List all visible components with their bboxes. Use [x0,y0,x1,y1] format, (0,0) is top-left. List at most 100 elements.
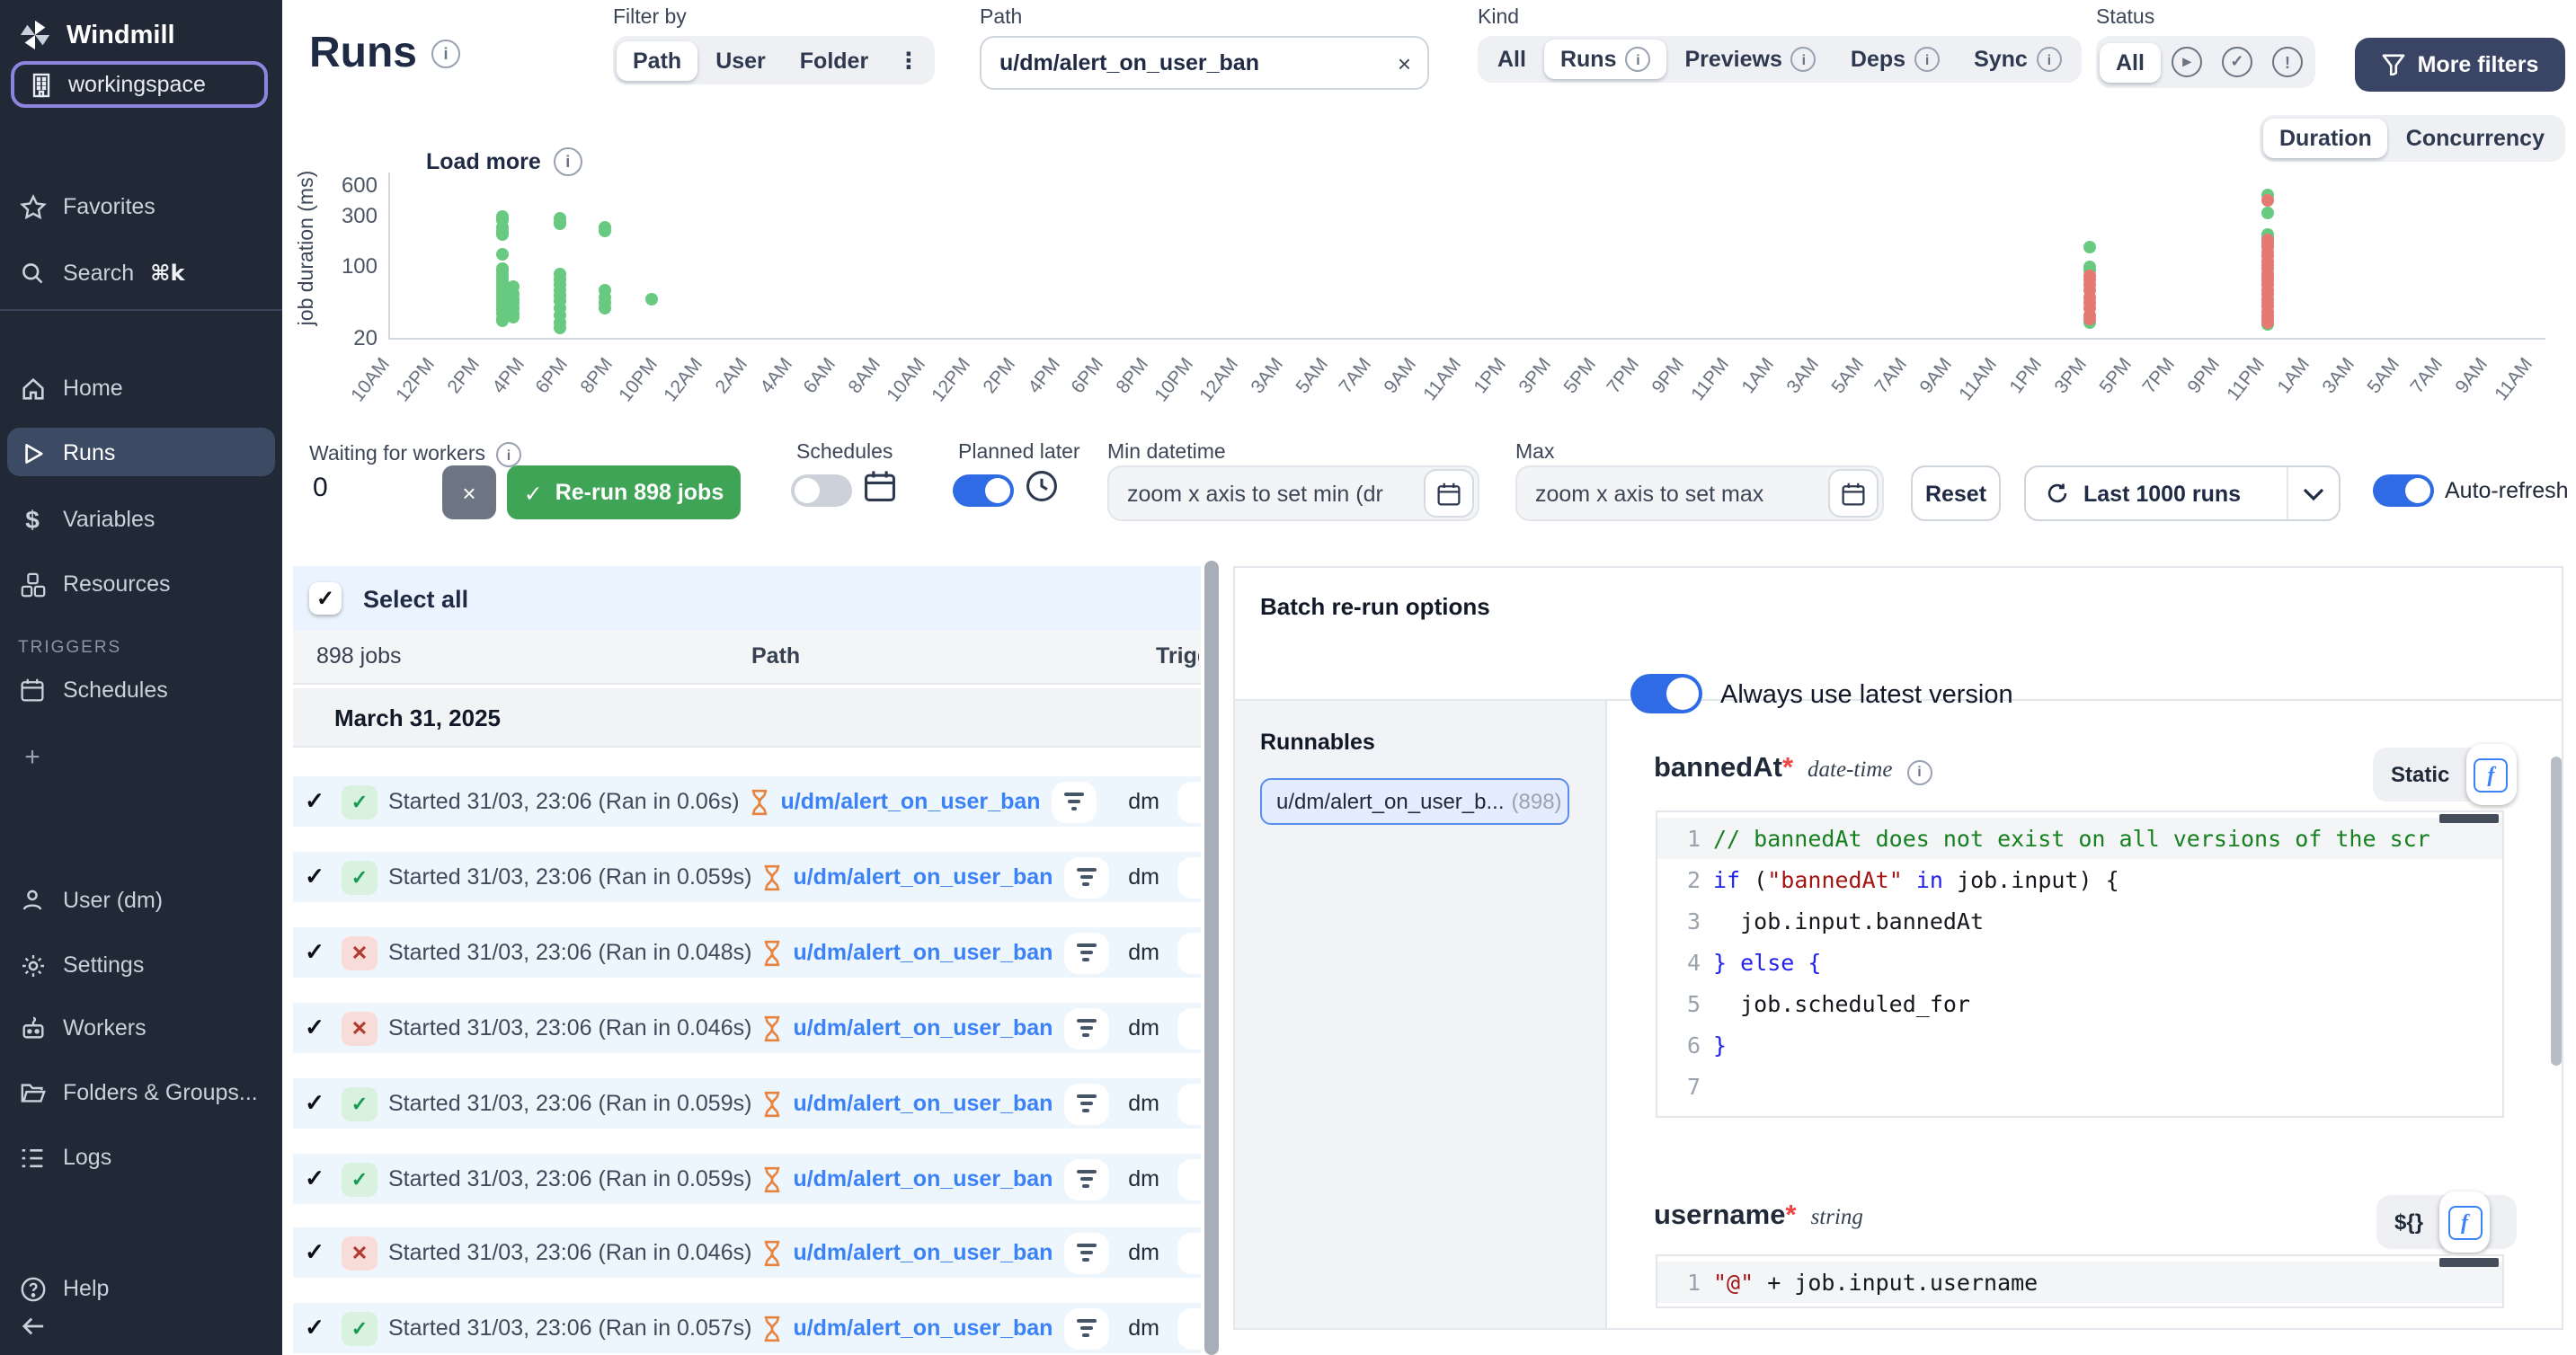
runs-count-select[interactable]: Last 1000 runs [2024,465,2341,521]
status-badge: ✓ [342,1311,378,1345]
field-header-bannedAt: bannedAt* date-time i [1654,753,1932,785]
run-row[interactable]: ✓ ✕ Started 31/03, 23:06 (Ran in 0.046s)… [293,1003,1201,1053]
trigger-cell: dm [1128,781,1201,822]
run-path-link[interactable]: u/dm/alert_on_user_ban [793,1015,1053,1041]
calendar-picker-icon[interactable] [1424,469,1474,518]
sidebar-collapse-button[interactable] [18,1310,271,1342]
run-path-link[interactable]: u/dm/alert_on_user_ban [781,789,1041,814]
hourglass-icon [762,1315,782,1342]
schedules-toggle[interactable] [791,474,852,507]
filter-lines-icon[interactable] [1063,856,1108,898]
run-dot-success[interactable] [599,226,611,238]
run-dot-success[interactable] [599,303,611,315]
status-badge: ✕ [342,1235,378,1270]
sidebar-item-label: Resources [63,571,171,597]
run-row[interactable]: ✓ ✓ Started 31/03, 23:06 (Ran in 0.059s)… [293,1154,1201,1204]
run-path-link[interactable]: u/dm/alert_on_user_ban [793,864,1053,890]
bannedAt-code-editor[interactable]: 1// bannedAt does not exist on all versi… [1656,810,2504,1118]
schedules-calendar-icon[interactable] [863,469,897,503]
sidebar-item-resources[interactable]: Resources [18,568,271,600]
row-checkbox[interactable]: ✓ [298,938,331,967]
rerun-jobs-button[interactable]: ✓ Re-run 898 jobs [507,465,741,519]
run-dot-success[interactable] [645,293,658,306]
sidebar-item-variables[interactable]: $ Variables [18,503,271,536]
run-path-link[interactable]: u/dm/alert_on_user_ban [793,1091,1053,1116]
run-started-text: Started 31/03, 23:06 (Ran in 0.057s) [388,1315,751,1341]
static-mode-button[interactable]: Static [2373,762,2467,787]
code-line: 6} [1657,1024,2502,1066]
waiting-workers-label: Waiting for workersi [309,442,521,467]
sidebar-item-user[interactable]: User (dm) [18,884,271,917]
run-dot-success[interactable] [2083,241,2096,253]
run-dot-failure[interactable] [2261,316,2274,329]
javascript-mode-button[interactable]: f [2465,744,2516,805]
select-all-checkbox[interactable]: ✓ [309,582,342,615]
run-dot-failure[interactable] [2261,194,2274,207]
min-datetime-label: Min datetime [1107,442,1226,464]
planned-later-toggle[interactable] [953,474,1014,507]
row-checkbox[interactable]: ✓ [298,1238,331,1267]
run-row[interactable]: ✓ ✓ Started 31/03, 23:06 (Ran in 0.06s) … [293,776,1201,827]
run-path-link[interactable]: u/dm/alert_on_user_ban [793,940,1053,965]
editor-hscrollbar[interactable] [2439,1258,2499,1267]
row-checkbox[interactable]: ✓ [298,787,331,816]
list-scrollbar[interactable] [1204,561,1219,1355]
filter-lines-icon[interactable] [1063,1007,1108,1049]
clear-selection-button[interactable]: × [442,465,496,519]
run-dot-success[interactable] [495,229,508,242]
sidebar-item-folders[interactable]: Folders & Groups... [18,1076,271,1109]
row-checkbox[interactable]: ✓ [298,1089,331,1118]
javascript-mode-button[interactable]: f [2439,1191,2490,1253]
run-row[interactable]: ✓ ✓ Started 31/03, 23:06 (Ran in 0.059s)… [293,852,1201,902]
filter-lines-icon[interactable] [1063,1307,1108,1349]
run-trigger: dm [1128,1240,1159,1265]
filter-lines-icon[interactable] [1063,1232,1108,1273]
runnables-label: Runnables [1260,730,1375,755]
chevron-down-icon[interactable] [2303,486,2324,500]
run-path-link[interactable]: u/dm/alert_on_user_ban [793,1240,1053,1265]
min-datetime-input[interactable]: zoom x axis to set min (dr [1107,465,1479,521]
run-row[interactable]: ✓ ✕ Started 31/03, 23:06 (Ran in 0.046s)… [293,1227,1201,1278]
run-row[interactable]: ✓ ✕ Started 31/03, 23:06 (Ran in 0.048s)… [293,927,1201,978]
panel-scrollbar[interactable] [2551,757,2562,1066]
max-datetime-placeholder: zoom x axis to set max [1517,481,1828,506]
sidebar-item-help[interactable]: Help [18,1272,271,1305]
row-checkbox[interactable]: ✓ [298,1014,331,1042]
help-icon [18,1275,47,1302]
sidebar-item-schedules[interactable]: Schedules [18,674,271,706]
planned-later-clock-icon[interactable] [1025,469,1059,503]
run-dot-success[interactable] [506,311,519,323]
auto-refresh-toggle[interactable] [2373,474,2434,507]
trigger-cell: dm [1128,1083,1201,1124]
row-checkbox[interactable]: ✓ [298,863,331,891]
sidebar-item-runs[interactable]: Runs [18,437,271,469]
row-checkbox[interactable]: ✓ [298,1314,331,1342]
sidebar-item-settings[interactable]: Settings [18,949,271,981]
run-dot-success[interactable] [554,218,566,231]
runs-scatter-chart[interactable]: 6003001002010AM12PM2PM4PM6PM8PM10PM12AM2… [0,0,2576,431]
filter-lines-icon[interactable] [1063,932,1108,973]
username-code-editor[interactable]: 1"@" + job.input.username [1656,1254,2504,1308]
run-dot-success[interactable] [495,247,508,260]
filter-lines-icon[interactable] [1063,1158,1108,1200]
run-dot-success[interactable] [2261,207,2274,219]
sidebar-item-logs[interactable]: Logs [18,1141,271,1173]
filter-lines-icon[interactable] [1052,781,1097,822]
latest-version-toggle[interactable] [1630,674,1702,713]
sidebar-add-button[interactable]: + [18,740,271,773]
run-dot-success[interactable] [554,322,566,334]
run-row[interactable]: ✓ ✓ Started 31/03, 23:06 (Ran in 0.059s)… [293,1078,1201,1129]
runnable-item-selected[interactable]: u/dm/alert_on_user_b... (898) [1260,778,1569,825]
calendar-picker-icon[interactable] [1828,469,1879,518]
reset-button[interactable]: Reset [1911,465,2001,521]
sidebar-item-workers[interactable]: Workers [18,1012,271,1044]
row-checkbox[interactable]: ✓ [298,1165,331,1193]
filter-lines-icon[interactable] [1063,1083,1108,1124]
run-row[interactable]: ✓ ✓ Started 31/03, 23:06 (Ran in 0.057s)… [293,1303,1201,1353]
editor-hscrollbar[interactable] [2439,814,2499,823]
run-path-link[interactable]: u/dm/alert_on_user_ban [793,1166,1053,1191]
max-datetime-input[interactable]: zoom x axis to set max [1515,465,1884,521]
template-mode-button[interactable]: ${} [2376,1209,2441,1235]
run-path-link[interactable]: u/dm/alert_on_user_ban [793,1315,1053,1341]
trigger-cell: dm [1128,932,1201,973]
